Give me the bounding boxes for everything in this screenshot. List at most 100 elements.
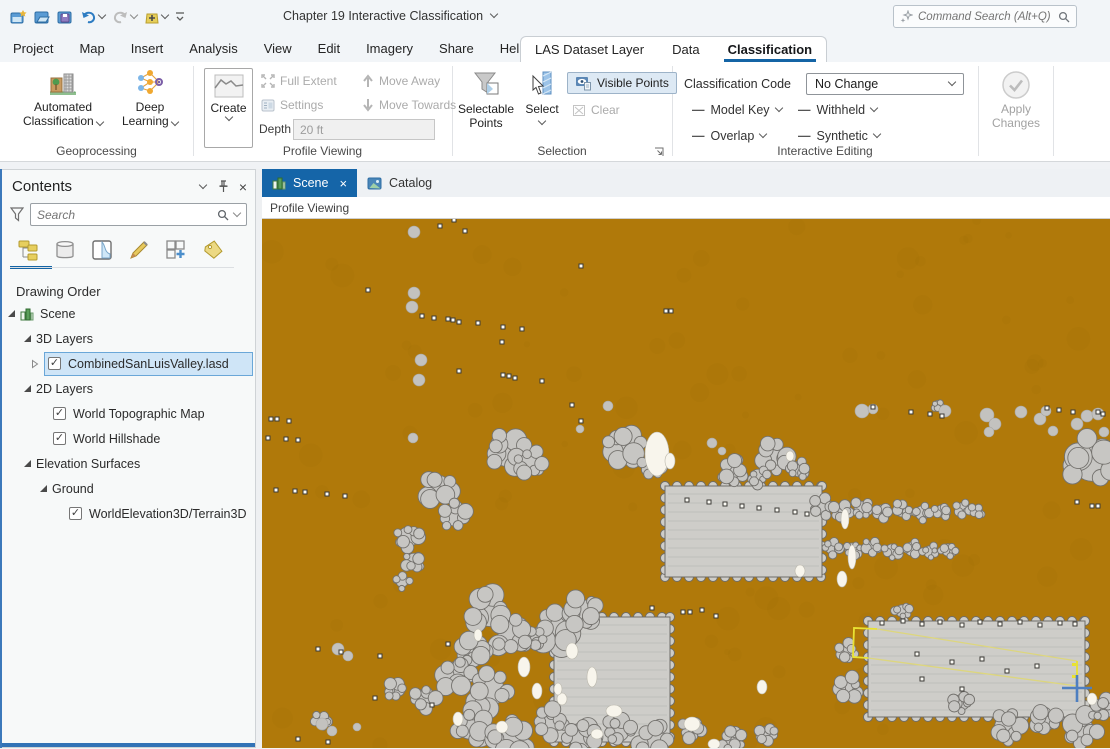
tree-item-combinedsanluisvalley-lasd[interactable]: ✓ CombinedSanLuisValley.lasd [2, 351, 255, 376]
profile-chart-icon [214, 74, 244, 98]
undo-button[interactable] [80, 10, 105, 25]
command-search-input[interactable] [918, 11, 1053, 23]
scene-canvas[interactable] [262, 219, 1110, 748]
expander-expanded-icon[interactable] [23, 384, 32, 393]
tab-las-dataset-layer[interactable]: LAS Dataset Layer [521, 37, 658, 62]
visible-points-toggle[interactable]: Visible Points [567, 72, 677, 94]
move-away-button[interactable]: Move Away [362, 74, 440, 88]
flag-state-icon: — [692, 103, 705, 117]
expander-collapsed-icon[interactable] [31, 359, 39, 369]
pin-icon[interactable] [218, 180, 229, 193]
contents-search-input[interactable] [37, 208, 212, 222]
down-arrow-icon [362, 98, 374, 112]
pane-title: Contents [12, 178, 200, 195]
deep-learning-button[interactable]: Deep Learning [113, 66, 187, 128]
selectable-points-button[interactable]: Selectable Points [456, 68, 516, 130]
list-by-editing-icon[interactable] [127, 238, 151, 262]
apply-check-icon [1000, 68, 1032, 102]
synthetic-flag-dropdown[interactable]: — Synthetic [798, 129, 880, 143]
flag-state-icon: — [798, 129, 811, 143]
contents-search-box[interactable] [30, 203, 247, 226]
layer-label: World Topographic Map [73, 407, 205, 421]
flag-state-icon: — [692, 129, 705, 143]
pane-menu-icon[interactable] [199, 180, 207, 188]
depth-input[interactable] [293, 119, 435, 140]
withheld-flag-dropdown[interactable]: — Withheld [798, 103, 877, 117]
profile-viewing-toolbar: Profile Viewing [262, 197, 1110, 219]
selection-group-label: Selection [452, 144, 672, 158]
search-icon [217, 209, 229, 221]
interactive-editing-group-label: Interactive Editing [672, 144, 978, 158]
tree-item-ground[interactable]: Ground [2, 476, 255, 501]
tab-classification[interactable]: Classification [714, 37, 827, 62]
flag-state-icon: — [798, 103, 811, 117]
tree-item-3d-layers[interactable]: 3D Layers [2, 326, 255, 351]
tree-item-elevation-surfaces[interactable]: Elevation Surfaces [2, 451, 255, 476]
open-project-button[interactable] [34, 9, 50, 25]
tab-insert[interactable]: Insert [118, 34, 177, 62]
apply-changes-button[interactable]: Apply Changes [983, 68, 1049, 130]
layer-label: WorldElevation3D/Terrain3D [89, 507, 246, 521]
automated-classification-button[interactable]: Automated Classification [14, 66, 112, 128]
list-by-labeling-icon[interactable] [164, 238, 188, 262]
tab-edit[interactable]: Edit [305, 34, 353, 62]
layer-checkbox[interactable]: ✓ [53, 432, 66, 445]
customize-qat-button[interactable] [175, 11, 185, 23]
tree-item-scene[interactable]: Scene [2, 301, 255, 326]
layer-checkbox[interactable]: ✓ [53, 407, 66, 420]
new-project-button[interactable] [10, 9, 27, 25]
tree-item-2d-layers[interactable]: 2D Layers [2, 376, 255, 401]
list-by-labels-icon[interactable] [201, 238, 225, 262]
layer-checkbox[interactable]: ✓ [48, 357, 61, 370]
move-towards-button[interactable]: Move Towards [362, 98, 456, 112]
expander-expanded-icon[interactable] [39, 484, 48, 493]
list-by-selection-icon[interactable] [90, 238, 114, 262]
search-icon [1058, 11, 1070, 23]
layers-tree: Scene3D Layers ✓ CombinedSanLuisValley.las… [2, 301, 255, 526]
add-item-button[interactable] [144, 9, 168, 25]
selection-dialog-launcher[interactable] [653, 146, 665, 158]
tree-item-worldelevation3d-terrain3d[interactable]: ✓ WorldElevation3D/Terrain3D [2, 501, 255, 526]
overlap-flag-dropdown[interactable]: — Overlap [692, 129, 766, 143]
layer-checkbox[interactable]: ✓ [69, 507, 82, 520]
clear-icon [572, 104, 586, 117]
classification-code-dropdown[interactable]: No Change [806, 73, 964, 95]
close-pane-icon[interactable]: × [239, 179, 247, 195]
tab-map[interactable]: Map [66, 34, 117, 62]
tab-view[interactable]: View [251, 34, 305, 62]
create-profile-button[interactable]: Create [204, 68, 253, 148]
clear-selection-button[interactable]: Clear [572, 103, 620, 117]
project-title[interactable]: Chapter 19 Interactive Classification [283, 9, 497, 23]
tab-project[interactable]: Project [0, 34, 66, 62]
tree-item-world-hillshade[interactable]: ✓World Hillshade [2, 426, 255, 451]
tab-data[interactable]: Data [658, 37, 713, 62]
quick-access-toolbar [0, 9, 185, 25]
layer-label: CombinedSanLuisValley.lasd [68, 357, 229, 371]
profile-settings-button[interactable]: Settings [261, 98, 323, 112]
tab-analysis[interactable]: Analysis [176, 34, 250, 62]
visible-points-icon [575, 76, 592, 91]
tab-share[interactable]: Share [426, 34, 487, 62]
full-extent-button[interactable]: Full Extent [261, 74, 337, 88]
expander-expanded-icon[interactable] [23, 334, 32, 343]
redo-button[interactable] [112, 10, 137, 25]
view-tab-catalog[interactable]: Catalog [357, 169, 442, 197]
save-project-button[interactable] [57, 9, 73, 25]
command-search[interactable] [893, 5, 1077, 28]
expander-expanded-icon[interactable] [7, 309, 16, 318]
map-viewport: Scene × Catalog Profile Viewing [262, 169, 1110, 748]
expander-expanded-icon[interactable] [23, 459, 32, 468]
close-tab-icon[interactable]: × [339, 176, 347, 191]
depth-label: Depth [259, 122, 291, 136]
select-button[interactable]: Select [519, 68, 565, 124]
ribbon: Automated Classification Deep Learning G… [0, 62, 1110, 162]
selected-layer-highlight: ✓ CombinedSanLuisValley.lasd [44, 352, 253, 376]
view-tab-scene[interactable]: Scene × [262, 169, 357, 197]
view-tabs: Scene × Catalog [262, 169, 1110, 197]
tree-item-world-topographic-map[interactable]: ✓ World Topographic Map [2, 401, 255, 426]
list-by-drawing-order-icon[interactable] [16, 238, 40, 262]
tab-imagery[interactable]: Imagery [353, 34, 426, 62]
list-by-data-source-icon[interactable] [53, 238, 77, 262]
model-key-flag-dropdown[interactable]: — Model Key [692, 103, 782, 117]
filter-icon[interactable] [10, 207, 24, 222]
